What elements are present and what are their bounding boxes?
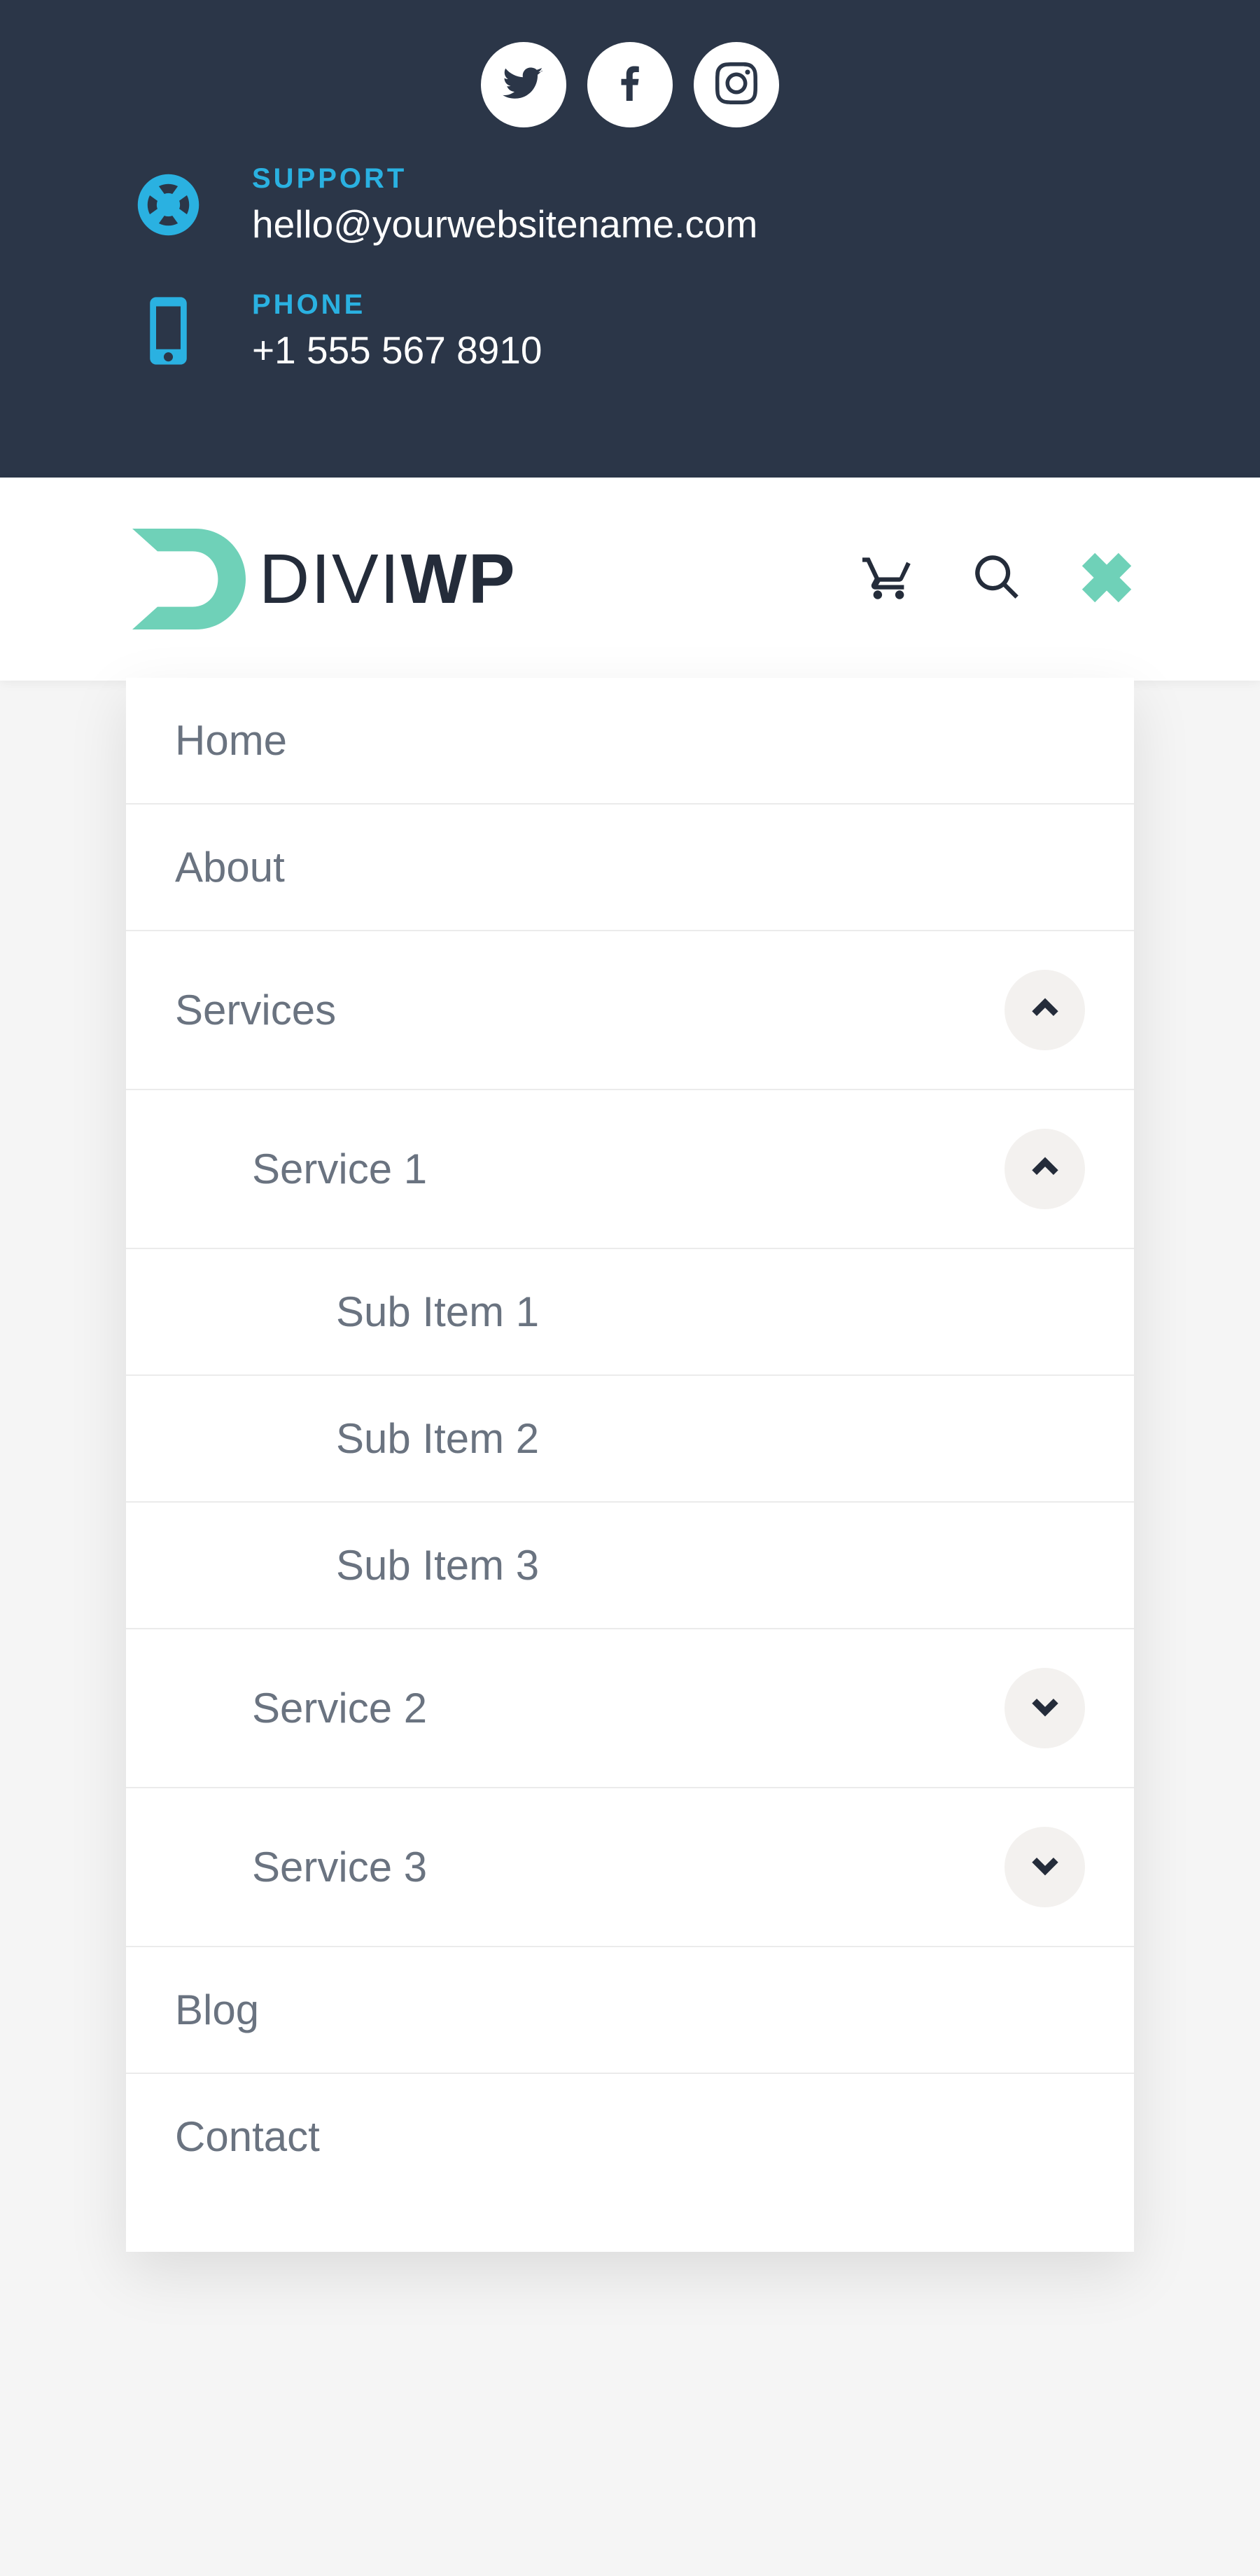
- support-email[interactable]: hello@yourwebsitename.com: [252, 202, 757, 246]
- expand-toggle[interactable]: [1004, 1668, 1085, 1748]
- cart-icon: [862, 594, 915, 606]
- twitter-icon: [503, 62, 545, 108]
- smartphone-icon: [126, 288, 210, 373]
- menu-item-home[interactable]: Home: [126, 678, 1134, 805]
- instagram-icon: [715, 62, 757, 108]
- lifebuoy-icon: [126, 162, 210, 246]
- search-button[interactable]: [971, 551, 1023, 607]
- phone-label: PHONE: [252, 289, 542, 321]
- menu-item-label: Service 1: [252, 1145, 427, 1193]
- menu-item-service-2[interactable]: Service 2: [126, 1629, 1134, 1788]
- twitter-link[interactable]: [481, 42, 566, 127]
- search-icon: [971, 594, 1023, 606]
- menu-item-label: Services: [175, 986, 336, 1034]
- menu-item-services[interactable]: Services: [126, 931, 1134, 1090]
- facebook-link[interactable]: [587, 42, 673, 127]
- menu-close-button[interactable]: [1079, 550, 1134, 608]
- menu-item-service-3[interactable]: Service 3: [126, 1788, 1134, 1947]
- phone-number[interactable]: +1 555 567 8910: [252, 328, 542, 373]
- social-row: [126, 42, 1134, 127]
- instagram-link[interactable]: [694, 42, 779, 127]
- close-icon: [1079, 596, 1134, 608]
- menu-item-label: Contact: [175, 2112, 320, 2161]
- menu-item-label: Sub Item 3: [336, 1541, 539, 1589]
- support-row: SUPPORT hello@yourwebsitename.com: [126, 162, 1134, 246]
- menu-item-label: Sub Item 2: [336, 1414, 539, 1463]
- phone-row: PHONE +1 555 567 8910: [126, 288, 1134, 373]
- menu-item-about[interactable]: About: [126, 805, 1134, 931]
- facebook-icon: [609, 62, 651, 108]
- menu-item-service-1[interactable]: Service 1: [126, 1090, 1134, 1249]
- header-actions: [862, 550, 1134, 608]
- cart-button[interactable]: [862, 551, 915, 607]
- collapse-toggle[interactable]: [1004, 1129, 1085, 1209]
- menu-item-label: Service 3: [252, 1843, 427, 1891]
- top-bar: SUPPORT hello@yourwebsitename.com PHONE …: [0, 0, 1260, 478]
- support-label: SUPPORT: [252, 163, 757, 195]
- menu-item-blog[interactable]: Blog: [126, 1947, 1134, 2074]
- header-bar: DIVIWP: [0, 478, 1260, 681]
- menu-item-contact[interactable]: Contact: [126, 2074, 1134, 2252]
- menu-item-label: About: [175, 843, 285, 891]
- menu-item-sub-2[interactable]: Sub Item 2: [126, 1376, 1134, 1503]
- logo-text: DIVIWP: [259, 539, 517, 620]
- expand-toggle[interactable]: [1004, 1827, 1085, 1907]
- menu-item-label: Service 2: [252, 1684, 427, 1732]
- chevron-down-icon: [1029, 1843, 1061, 1891]
- menu-item-sub-1[interactable]: Sub Item 1: [126, 1249, 1134, 1376]
- chevron-up-icon: [1029, 986, 1061, 1034]
- logo[interactable]: DIVIWP: [126, 516, 517, 642]
- menu-item-label: Blog: [175, 1986, 259, 2034]
- logo-mark-icon: [126, 516, 252, 642]
- menu-item-label: Sub Item 1: [336, 1288, 539, 1336]
- menu-item-sub-3[interactable]: Sub Item 3: [126, 1503, 1134, 1629]
- collapse-toggle[interactable]: [1004, 970, 1085, 1050]
- chevron-down-icon: [1029, 1684, 1061, 1732]
- chevron-up-icon: [1029, 1145, 1061, 1193]
- mobile-menu: Home About Services Service 1 Sub Item 1…: [126, 678, 1134, 2252]
- menu-item-label: Home: [175, 716, 287, 765]
